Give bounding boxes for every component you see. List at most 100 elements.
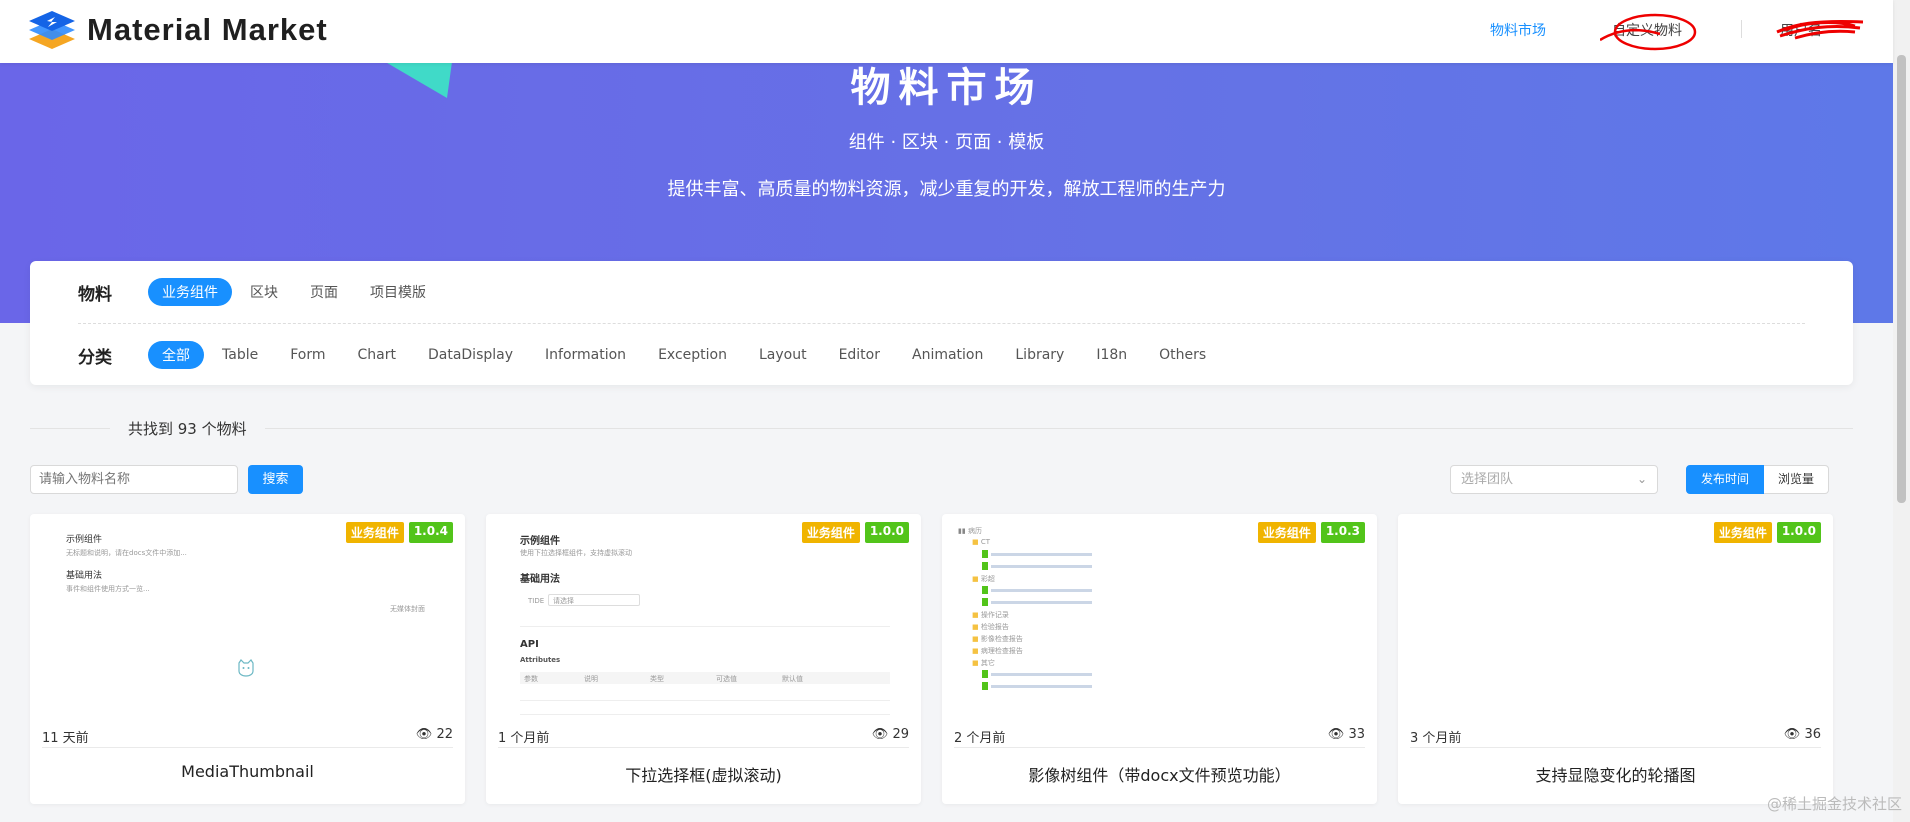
material-chip-page[interactable]: 页面 bbox=[296, 278, 352, 306]
folder-icon: ■ bbox=[972, 611, 979, 619]
version-badge: 1.0.3 bbox=[1320, 522, 1365, 543]
views-count: 33 bbox=[1348, 727, 1365, 742]
category-chip-editor[interactable]: Editor bbox=[825, 343, 894, 367]
card-title[interactable]: 支持显隐变化的轮播图 bbox=[1398, 762, 1833, 786]
tree-files bbox=[982, 670, 1092, 690]
preview-table-row bbox=[520, 714, 890, 715]
preview-divider bbox=[520, 626, 890, 627]
tree-folder: ■ 彩超 bbox=[972, 574, 995, 584]
category-chip-others[interactable]: Others bbox=[1145, 343, 1220, 367]
search-input[interactable] bbox=[30, 465, 238, 494]
card-title[interactable]: 下拉选择框(虚拟滚动) bbox=[486, 762, 921, 786]
category-chip-layout[interactable]: Layout bbox=[745, 343, 821, 367]
material-chip-template[interactable]: 项目模版 bbox=[356, 278, 440, 306]
eye-icon: 👁︎ bbox=[871, 727, 889, 742]
category-chip-i18n[interactable]: I18n bbox=[1082, 343, 1141, 367]
category-chip-datadisplay[interactable]: DataDisplay bbox=[414, 343, 527, 367]
tree-folder: ■ 操作记录 bbox=[972, 610, 1009, 620]
eye-icon: 👁︎ bbox=[415, 727, 433, 742]
brand-name: Material Market bbox=[87, 12, 328, 47]
preview-heading: 基础用法 bbox=[520, 574, 560, 585]
card-meta: 3 个月前 👁︎ 36 bbox=[1410, 727, 1821, 746]
category-chip-table[interactable]: Table bbox=[208, 343, 272, 367]
version-badge: 1.0.0 bbox=[864, 522, 909, 543]
folder-icon: ■ bbox=[972, 635, 979, 643]
filter-panel: 物料 业务组件 区块 页面 项目模版 分类 全部 Table Form Char… bbox=[30, 261, 1853, 385]
material-card[interactable]: 示例组件 使用下拉选择框组件，支持虚拟滚动 基础用法 TIDE 请选择 API … bbox=[486, 514, 921, 804]
category-chip-animation[interactable]: Animation bbox=[898, 343, 997, 367]
search-button[interactable]: 搜索 bbox=[248, 465, 303, 494]
category-chip-form[interactable]: Form bbox=[276, 343, 339, 367]
material-card[interactable]: 业务组件 1.0.0 3 个月前 👁︎ 36 支持显隐变化的轮播图 bbox=[1398, 514, 1833, 804]
preview-table-row bbox=[520, 700, 890, 701]
preview-text: 使用下拉选择框组件，支持虚拟滚动 bbox=[520, 549, 632, 557]
preview-heading: 示例组件 bbox=[520, 536, 560, 547]
material-chip-block[interactable]: 区块 bbox=[236, 278, 292, 306]
preview-table-header: 参数 说明 类型 可选值 默认值 bbox=[520, 672, 890, 684]
results-divider bbox=[30, 428, 1853, 429]
tree-root-label: 病历 bbox=[967, 527, 982, 535]
preview-col: 默认值 bbox=[782, 675, 803, 683]
category-chip-information[interactable]: Information bbox=[531, 343, 640, 367]
results-count: 共找到 93 个物料 bbox=[110, 418, 265, 439]
tree-folder-label: 病理检查报告 bbox=[980, 647, 1023, 655]
card-preview: 示例组件 使用下拉选择框组件，支持虚拟滚动 基础用法 TIDE 请选择 API … bbox=[486, 514, 921, 719]
views-count: 29 bbox=[892, 727, 909, 742]
scrollbar-thumb[interactable] bbox=[1897, 55, 1906, 503]
folder-icon: ■ bbox=[972, 623, 979, 631]
material-card[interactable]: ▮▮ 病历 ■ CT ■ 彩超 ■ 操作记录 ■ 检验报告 ■ 影像检查报告 ■… bbox=[942, 514, 1377, 804]
preview-heading: 示例组件 bbox=[66, 535, 103, 545]
team-select[interactable]: 选择团队 ⌄ bbox=[1450, 465, 1658, 494]
category-filter-row: 分类 全部 Table Form Chart DataDisplay Infor… bbox=[78, 341, 1224, 369]
nav-user[interactable]: 用户名 bbox=[1780, 20, 1822, 40]
preview-col: 可选值 bbox=[716, 675, 737, 683]
category-chip-exception[interactable]: Exception bbox=[644, 343, 741, 367]
folder-icon: ■ bbox=[972, 647, 979, 655]
folder-icon: ■ bbox=[972, 575, 979, 583]
hero-subtitle: 组件 · 区块 · 页面 · 模板 bbox=[848, 132, 1045, 153]
tree-folder-label: 影像检查报告 bbox=[980, 635, 1023, 643]
card-views: 👁︎ 36 bbox=[1784, 727, 1821, 746]
nav-material-market[interactable]: 物料市场 bbox=[1490, 20, 1546, 40]
version-badge: 1.0.4 bbox=[408, 522, 453, 543]
card-time: 3 个月前 bbox=[1410, 731, 1462, 746]
preview-text: Attributes bbox=[520, 656, 561, 664]
card-divider bbox=[498, 747, 909, 748]
material-filter-row: 物料 业务组件 区块 页面 项目模版 bbox=[78, 278, 444, 306]
tree-files bbox=[982, 586, 1092, 606]
version-badge: 1.0.0 bbox=[1776, 522, 1821, 543]
category-chip-chart[interactable]: Chart bbox=[343, 343, 409, 367]
top-header: Material Market 物料市场 自定义物料 用户名 bbox=[0, 0, 1893, 63]
nav-custom-material[interactable]: 自定义物料 bbox=[1612, 20, 1682, 40]
eye-icon: 👁︎ bbox=[1327, 727, 1345, 742]
vertical-scrollbar[interactable] bbox=[1893, 0, 1910, 822]
type-badge: 业务组件 bbox=[801, 522, 860, 543]
tree-folder: ■ CT bbox=[972, 538, 990, 546]
category-chip-library[interactable]: Library bbox=[1001, 343, 1078, 367]
material-chip-business[interactable]: 业务组件 bbox=[148, 278, 232, 306]
tree-folder: ■ 影像检查报告 bbox=[972, 634, 1023, 644]
sort-by-time-button[interactable]: 发布时间 bbox=[1686, 465, 1765, 494]
card-views: 👁︎ 29 bbox=[872, 727, 909, 746]
card-title[interactable]: MediaThumbnail bbox=[30, 762, 465, 781]
card-title[interactable]: 影像树组件（带docx文件预览功能） bbox=[942, 762, 1377, 786]
sort-by-views-button[interactable]: 浏览量 bbox=[1764, 465, 1830, 494]
card-divider bbox=[1410, 747, 1821, 748]
preview-select-label: TIDE bbox=[528, 597, 545, 605]
material-card[interactable]: 示例组件 无标题和说明，请在docs文件中添加... 基础用法 事件和组件使用方… bbox=[30, 514, 465, 804]
team-select-placeholder: 选择团队 bbox=[1461, 472, 1514, 487]
category-chip-all[interactable]: 全部 bbox=[148, 341, 204, 369]
folder-icon: ■ bbox=[972, 538, 979, 546]
card-preview: 示例组件 无标题和说明，请在docs文件中添加... 基础用法 事件和组件使用方… bbox=[30, 514, 465, 719]
cat-face-icon bbox=[238, 659, 254, 677]
brand-logo[interactable]: Material Market bbox=[29, 11, 328, 49]
preview-tree-root: ▮▮ 病历 bbox=[958, 526, 982, 536]
sort-toggle: 发布时间 浏览量 bbox=[1686, 465, 1830, 494]
nav-divider bbox=[1741, 20, 1742, 38]
card-views: 👁︎ 33 bbox=[1328, 727, 1365, 746]
category-label: 分类 bbox=[78, 347, 112, 368]
card-badges: 业务组件 1.0.0 bbox=[1713, 522, 1821, 543]
card-meta: 11 天前 👁︎ 22 bbox=[42, 727, 453, 746]
card-divider bbox=[954, 747, 1365, 748]
type-badge: 业务组件 bbox=[345, 522, 404, 543]
